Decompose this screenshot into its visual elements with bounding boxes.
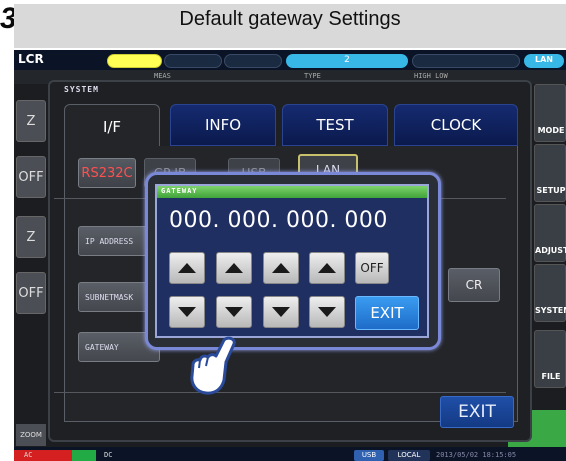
up-arrow-icon [272,263,290,273]
gateway-off-button[interactable]: OFF [355,252,389,284]
mode-button-label: MODE [537,126,565,135]
gateway-value: 000. 000. 000. 000 [169,208,388,233]
tab-info[interactable]: INFO [170,104,276,146]
octet3-down-button[interactable] [263,296,299,328]
adjust-button[interactable]: ADJUST [534,204,566,262]
octet2-up-button[interactable] [216,252,252,284]
octet4-down-button[interactable] [309,296,345,328]
down-arrow-icon [272,307,290,317]
adjust-button-label: ADJUST [535,246,566,255]
system-button[interactable]: SYSTEM [534,264,566,322]
cr-button[interactable]: CR [448,268,500,302]
usb-badge: USB [354,450,384,461]
tab-if[interactable]: I/F [64,104,160,148]
setup-button[interactable]: SETUP [534,144,566,202]
up-arrow-icon [225,263,243,273]
octet4-up-button[interactable] [309,252,345,284]
indicator-dark-1 [164,54,222,68]
zoom-button[interactable]: ZOOM [16,424,46,446]
octet1-down-button[interactable] [169,296,205,328]
meas-label: MEAS [154,72,171,80]
file-button[interactable]: FILE [534,330,566,388]
high-low-label: HIGH LOW [414,72,448,80]
divider-2 [54,392,506,393]
left-button-off2[interactable]: OFF [16,272,46,314]
system-exit-button[interactable]: EXIT [440,396,514,428]
page-title: Default gateway Settings [179,8,401,30]
indicator-dark-2 [224,54,282,68]
dc-label: DC [104,451,113,459]
local-badge: LOCAL [388,450,430,461]
gateway-popup: GATEWAY 000. 000. 000. 000 OFF EXIT [155,184,429,338]
pointing-hand-icon [190,336,236,395]
octet3-up-button[interactable] [263,252,299,284]
tab-clock[interactable]: CLOCK [394,104,518,146]
left-button-z1[interactable]: Z [16,100,46,142]
gateway-exit-button[interactable]: EXIT [355,296,419,330]
file-button-label: FILE [541,372,561,381]
up-arrow-icon [318,263,336,273]
ac-label: AC [24,451,33,459]
green-indicator [72,450,96,461]
ac-indicator [14,450,72,461]
gateway-title-bar: GATEWAY [157,186,427,198]
lan-indicator: LAN [524,54,564,68]
mode-button[interactable]: MODE [534,84,566,142]
indicator-yellow [107,54,162,68]
rs232c-button[interactable]: RS232C [78,158,136,188]
channel-indicator: 2 [286,54,408,68]
octet1-up-button[interactable] [169,252,205,284]
down-arrow-icon [318,307,336,317]
datetime: 2013/05/02 18:15:05 [436,451,517,459]
gateway-title: GATEWAY [161,187,198,195]
down-arrow-icon [225,307,243,317]
system-button-label: SYSTEM [535,306,566,315]
left-button-z2[interactable]: Z [16,216,46,258]
octet2-down-button[interactable] [216,296,252,328]
type-label: TYPE [304,72,321,80]
system-label: SYSTEM [64,85,99,94]
mode-label: LCR [18,52,44,66]
tab-test[interactable]: TEST [282,104,388,146]
setup-button-label: SETUP [536,186,566,195]
up-arrow-icon [178,263,196,273]
down-arrow-icon [178,307,196,317]
left-button-off1[interactable]: OFF [16,156,46,198]
indicator-dark-3 [412,54,520,68]
